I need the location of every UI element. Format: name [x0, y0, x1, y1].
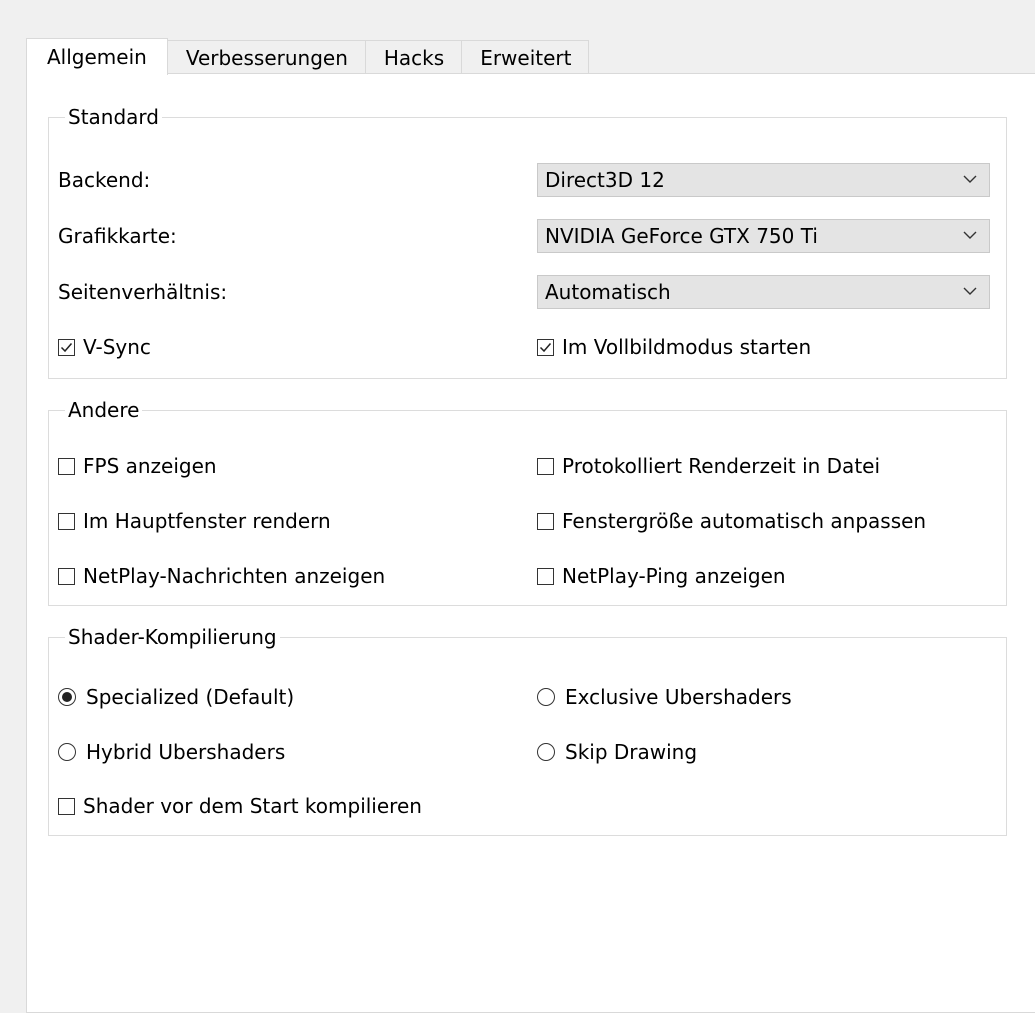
tab-panel-allgemein: Standard Backend: Direct3D 12 Grafikkart… [26, 73, 1035, 1013]
radio-button[interactable] [537, 688, 555, 706]
backend-select[interactable]: Direct3D 12 [537, 163, 990, 197]
netplay-messages-checkbox[interactable]: NetPlay-Nachrichten anzeigen [58, 564, 385, 588]
vsync-checkbox[interactable]: V-Sync [58, 335, 151, 359]
precompile-label: Shader vor dem Start kompilieren [83, 794, 422, 818]
render-main-window-label: Im Hauptfenster rendern [83, 509, 331, 533]
checkbox-box[interactable] [58, 338, 75, 356]
netplay-messages-row: NetPlay-Nachrichten anzeigen [58, 559, 385, 593]
vsync-checkbox-row: V-Sync [58, 330, 151, 364]
log-render-time-checkbox[interactable]: Protokolliert Renderzeit in Datei [537, 454, 880, 478]
checkbox-box[interactable] [537, 457, 554, 475]
radio-button[interactable] [58, 688, 76, 706]
precompile-row: Shader vor dem Start kompilieren [58, 789, 422, 823]
render-main-window-checkbox[interactable]: Im Hauptfenster rendern [58, 509, 331, 533]
tab-hacks[interactable]: Hacks [364, 40, 463, 74]
fullscreen-checkbox-row: Im Vollbildmodus starten [537, 330, 811, 364]
group-andere: Andere FPS anzeigen Protokolliert Render… [48, 397, 1007, 606]
tab-erweitert[interactable]: Erweitert [461, 40, 590, 74]
chevron-down-icon [963, 287, 977, 295]
exclusive-ubershaders-radio[interactable]: Exclusive Ubershaders [537, 685, 792, 709]
chevron-down-icon [963, 231, 977, 239]
checkbox-box[interactable] [537, 567, 554, 585]
aspect-label: Seitenverhältnis: [58, 280, 228, 304]
backend-label: Backend: [58, 168, 151, 192]
checkbox-box[interactable] [58, 512, 75, 530]
group-shader-kompilierung: Shader-Kompilierung Specialized (Default… [48, 624, 1007, 836]
tab-verbesserungen[interactable]: Verbesserungen [166, 40, 366, 74]
gpu-select[interactable]: NVIDIA GeForce GTX 750 Ti [537, 219, 990, 253]
checkbox-box[interactable] [58, 457, 75, 475]
tab-allgemein[interactable]: Allgemein [26, 38, 168, 75]
gpu-label: Grafikkarte: [58, 224, 177, 248]
netplay-ping-row: NetPlay-Ping anzeigen [537, 559, 786, 593]
checkmark-icon [60, 342, 73, 352]
vsync-label: V-Sync [83, 335, 151, 359]
gpu-row: Grafikkarte: [58, 219, 177, 253]
specialized-row: Specialized (Default) [58, 680, 294, 714]
tab-bar: Allgemein Verbesserungen Hacks Erweitert [26, 38, 590, 75]
aspect-row: Seitenverhältnis: [58, 275, 227, 309]
auto-window-size-checkbox[interactable]: Fenstergröße automatisch anpassen [537, 509, 926, 533]
hybrid-ubershaders-label: Hybrid Ubershaders [86, 740, 286, 764]
chevron-down-icon [963, 175, 977, 183]
aspect-value: Automatisch [545, 280, 671, 304]
backend-row: Backend: [58, 163, 150, 197]
auto-window-size-label: Fenstergröße automatisch anpassen [562, 509, 927, 533]
group-title-shader: Shader-Kompilierung [65, 624, 280, 650]
backend-value: Direct3D 12 [545, 168, 665, 192]
exclusive-ubershaders-row: Exclusive Ubershaders [537, 680, 792, 714]
checkbox-box[interactable] [58, 567, 75, 585]
group-title-standard: Standard [65, 104, 162, 130]
render-main-window-row: Im Hauptfenster rendern [58, 504, 331, 538]
radio-button[interactable] [537, 743, 555, 761]
checkbox-box[interactable] [537, 512, 554, 530]
tab-label: Allgemein [47, 45, 147, 69]
gpu-value: NVIDIA GeForce GTX 750 Ti [545, 224, 818, 248]
specialized-label: Specialized (Default) [86, 685, 295, 709]
show-fps-label: FPS anzeigen [83, 454, 217, 478]
checkmark-icon [539, 342, 552, 352]
fullscreen-label: Im Vollbildmodus starten [562, 335, 812, 359]
auto-window-size-row: Fenstergröße automatisch anpassen [537, 504, 926, 538]
skip-drawing-radio[interactable]: Skip Drawing [537, 740, 697, 764]
group-title-andere: Andere [65, 397, 143, 423]
radio-button[interactable] [58, 743, 76, 761]
netplay-ping-label: NetPlay-Ping anzeigen [562, 564, 786, 588]
fullscreen-checkbox[interactable]: Im Vollbildmodus starten [537, 335, 811, 359]
radio-dot-icon [62, 692, 72, 702]
tab-label: Erweitert [480, 45, 572, 70]
tab-label: Verbesserungen [185, 45, 348, 70]
netplay-messages-label: NetPlay-Nachrichten anzeigen [83, 564, 386, 588]
netplay-ping-checkbox[interactable]: NetPlay-Ping anzeigen [537, 564, 786, 588]
log-render-time-row: Protokolliert Renderzeit in Datei [537, 449, 880, 483]
hybrid-ubershaders-radio[interactable]: Hybrid Ubershaders [58, 740, 285, 764]
checkbox-box[interactable] [58, 797, 75, 815]
specialized-radio[interactable]: Specialized (Default) [58, 685, 294, 709]
precompile-shaders-checkbox[interactable]: Shader vor dem Start kompilieren [58, 794, 422, 818]
aspect-select[interactable]: Automatisch [537, 275, 990, 309]
hybrid-ubershaders-row: Hybrid Ubershaders [58, 735, 285, 769]
exclusive-ubershaders-label: Exclusive Ubershaders [565, 685, 792, 709]
show-fps-row: FPS anzeigen [58, 449, 217, 483]
tab-label: Hacks [383, 45, 445, 70]
log-render-time-label: Protokolliert Renderzeit in Datei [562, 454, 881, 478]
skip-drawing-label: Skip Drawing [565, 740, 698, 764]
checkbox-box[interactable] [537, 338, 554, 356]
skip-drawing-row: Skip Drawing [537, 735, 697, 769]
group-standard: Standard Backend: Direct3D 12 Grafikkart… [48, 104, 1007, 379]
show-fps-checkbox[interactable]: FPS anzeigen [58, 454, 217, 478]
